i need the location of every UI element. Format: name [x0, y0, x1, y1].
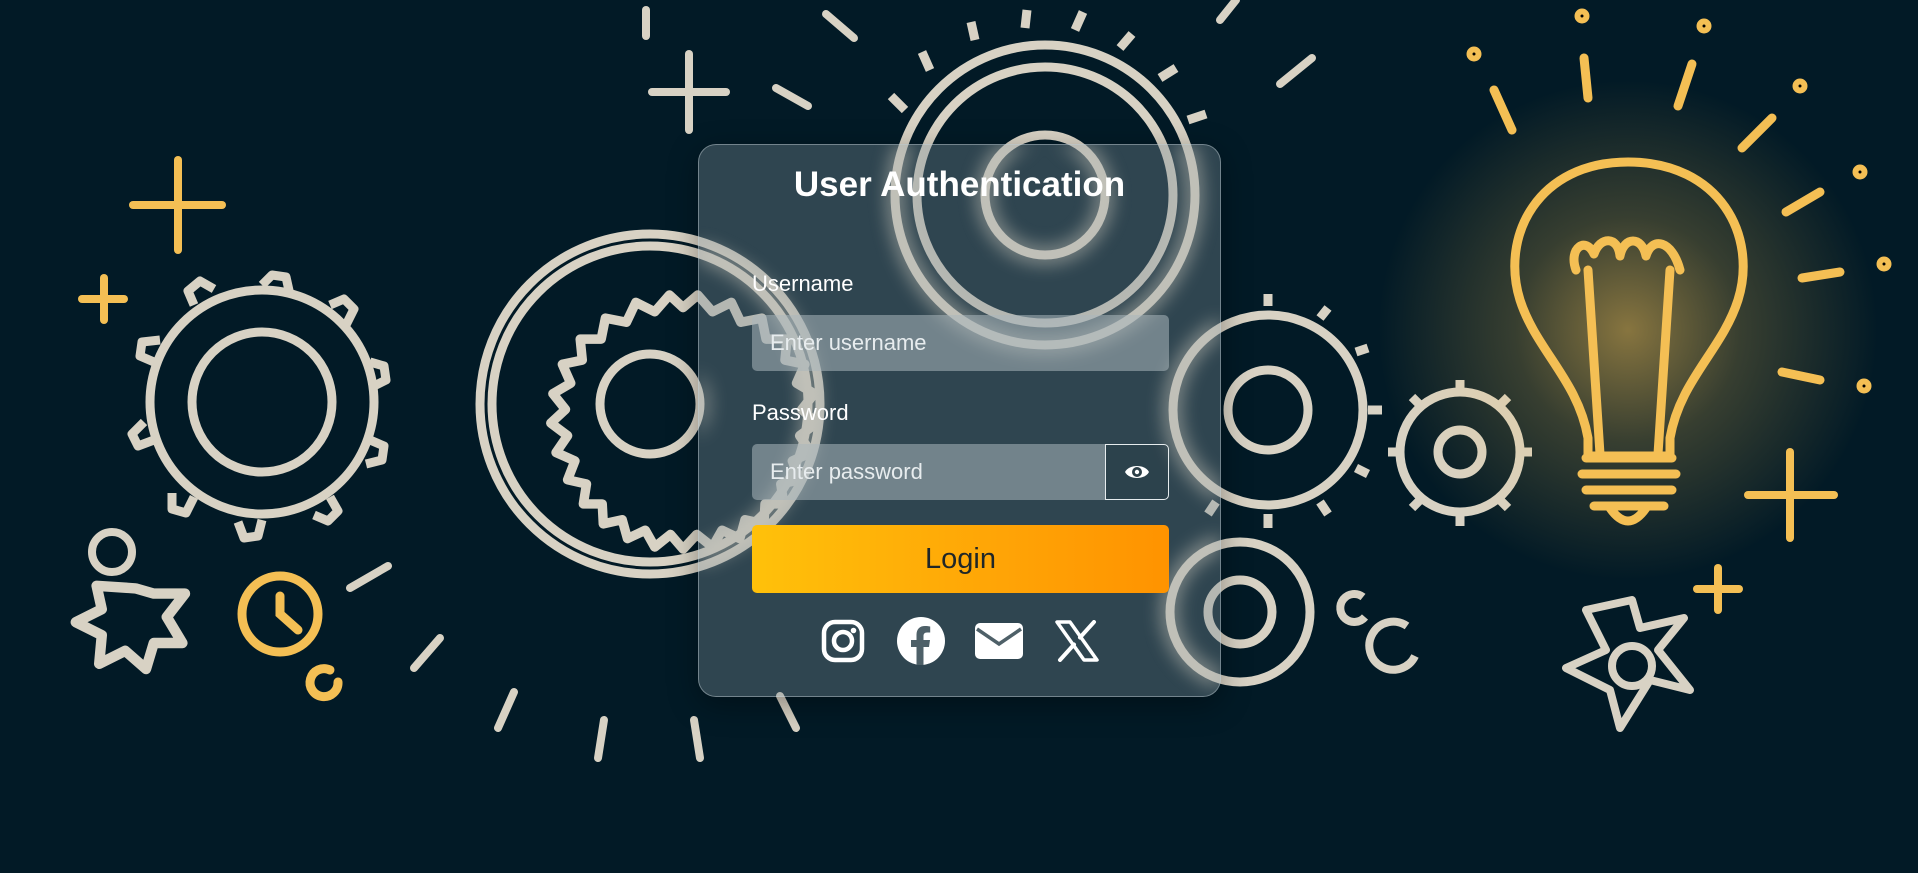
instagram-link[interactable]	[817, 615, 869, 667]
password-label: Password	[752, 400, 849, 425]
username-input[interactable]	[752, 315, 1169, 371]
x-icon	[1054, 620, 1099, 662]
toggle-password-button[interactable]	[1105, 444, 1169, 500]
instagram-icon	[821, 619, 864, 663]
username-label: Username	[752, 271, 854, 296]
sparkle-icons	[648, 50, 730, 134]
password-input[interactable]	[752, 444, 1105, 500]
form-title: User Authentication	[793, 165, 1126, 204]
login-page: User Authentication Username Password Lo…	[0, 0, 1918, 873]
email-link[interactable]	[973, 615, 1025, 667]
cog-bottom-right-icon	[1562, 596, 1694, 732]
social-links	[699, 615, 1220, 667]
facebook-link[interactable]	[895, 615, 947, 667]
facebook-icon	[896, 617, 945, 665]
envelope-icon	[974, 623, 1023, 659]
clock-icon	[237, 571, 343, 702]
gear-left-icon	[127, 270, 391, 543]
eye-icon	[1125, 466, 1149, 478]
ring-icon	[1336, 589, 1419, 674]
login-button[interactable]: Login	[752, 525, 1169, 593]
login-card: User Authentication Username Password Lo…	[698, 144, 1221, 697]
x-link[interactable]	[1051, 615, 1103, 667]
cog-small-left-icon	[70, 528, 191, 675]
